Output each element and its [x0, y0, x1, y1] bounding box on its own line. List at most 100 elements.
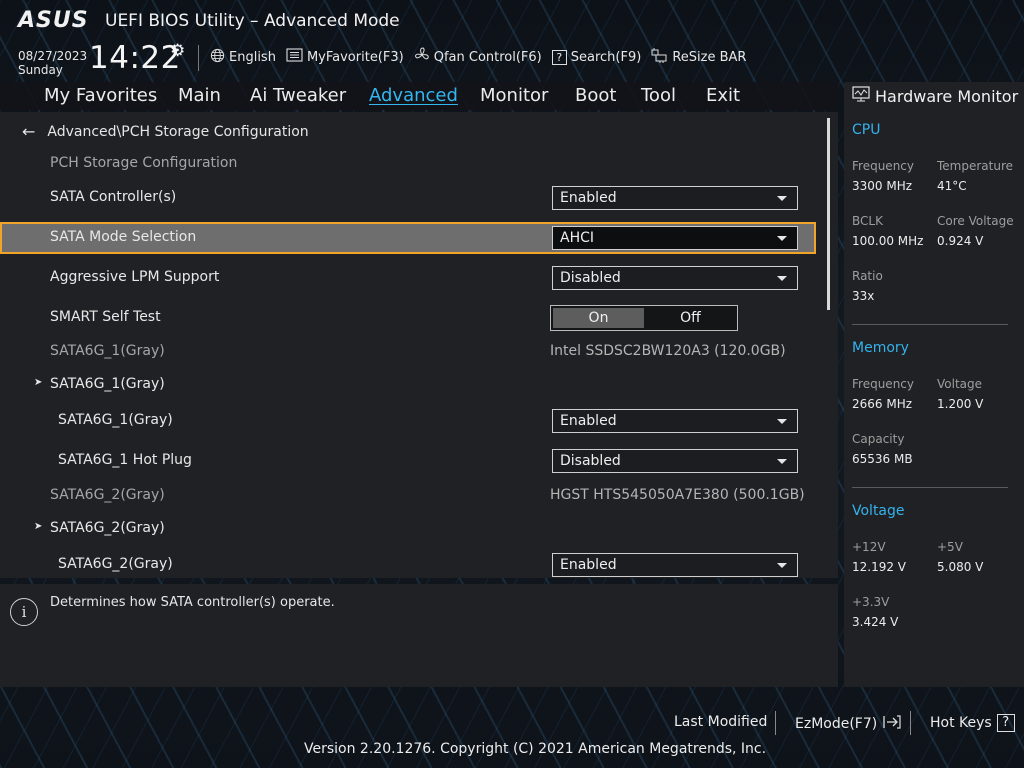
info-row-sata6g-1: SATA6G_1(Gray) Intel SSDSC2BW120A3 (120.… [0, 336, 816, 368]
myfavorite-label: MyFavorite(F3) [306, 49, 404, 65]
main-menu: My Favorites Main Ai Tweaker Advanced Mo… [0, 82, 838, 110]
v12-label: +12V [852, 540, 886, 554]
tab-tool[interactable]: Tool [641, 85, 676, 106]
dropdown-value: Disabled [560, 270, 621, 286]
sata-mode-dropdown[interactable]: AHCI [552, 226, 798, 250]
device-name-value: HGST HTS545050A7E380 (500.1GB) [550, 487, 805, 503]
setting-row-sata6g-1-hot-plug[interactable]: SATA6G_1 Hot Plug Disabled [0, 445, 816, 477]
dropdown-value: Enabled [560, 557, 617, 573]
setting-label: SATA Controller(s) [50, 189, 177, 205]
setting-label: PCH Storage Configuration [50, 155, 238, 171]
cpu-frequency-label: Frequency [852, 159, 914, 173]
sata6g-1-hot-plug-dropdown[interactable]: Disabled [552, 449, 798, 473]
tab-my-favorites[interactable]: My Favorites [44, 85, 157, 106]
submenu-label: SATA6G_2(Gray) [34, 520, 165, 536]
hardware-monitor-title: Hardware Monitor [852, 86, 1018, 106]
app-title: UEFI BIOS Utility – Advanced Mode [105, 11, 400, 31]
tab-ai-tweaker[interactable]: Ai Tweaker [250, 85, 346, 106]
setting-label: SATA6G_2(Gray) [50, 487, 165, 503]
bclk-label: BCLK [852, 214, 883, 228]
setting-label: SATA6G_2(Gray) [58, 556, 173, 572]
resize-bar-button[interactable]: ReSize BAR [651, 47, 746, 67]
toggle-on-option[interactable]: On [553, 308, 644, 328]
voltage-section-title: Voltage [852, 503, 905, 519]
copyright-text: Version 2.20.1276. Copyright (C) 2021 Am… [304, 741, 767, 757]
capacity-value: 65536 MB [852, 452, 913, 466]
help-text: Determines how SATA controller(s) operat… [50, 595, 335, 610]
sata6g-1-enable-dropdown[interactable]: Enabled [552, 409, 798, 433]
memory-voltage-label: Voltage [937, 377, 983, 391]
section-divider [852, 487, 1008, 488]
core-voltage-value: 0.924 V [937, 234, 984, 248]
myfavorite-button[interactable]: MyFavorite(F3) [286, 47, 404, 67]
setting-row-sata-controllers[interactable]: SATA Controller(s) Enabled [0, 182, 816, 214]
v12-value: 12.192 V [852, 560, 907, 574]
sata-controllers-dropdown[interactable]: Enabled [552, 186, 798, 210]
dropdown-value: AHCI [560, 230, 595, 246]
tab-main[interactable]: Main [178, 85, 221, 106]
v33-value: 3.424 V [852, 615, 899, 629]
hot-keys-button[interactable]: Hot Keys ? [930, 714, 1015, 732]
scrollbar[interactable] [827, 118, 830, 310]
v5-value: 5.080 V [937, 560, 984, 574]
language-button[interactable]: English [210, 47, 276, 67]
memory-frequency-value: 2666 MHz [852, 397, 913, 411]
asus-logo: ASUS [18, 8, 89, 33]
setting-label: SATA6G_1 Hot Plug [58, 452, 192, 468]
footer-divider [775, 711, 776, 735]
setting-row-smart-self-test[interactable]: SMART Self Test On Off [0, 305, 816, 337]
breadcrumb-path: Advanced\PCH Storage Configuration [47, 123, 309, 140]
setting-label: Aggressive LPM Support [50, 269, 220, 285]
section-header-row: PCH Storage Configuration [0, 148, 816, 180]
setting-row-sata6g-1-enable[interactable]: SATA6G_1(Gray) Enabled [0, 405, 816, 437]
aggressive-lpm-dropdown[interactable]: Disabled [552, 266, 798, 290]
submenu-row-sata6g-2[interactable]: SATA6G_2(Gray) [0, 513, 816, 545]
favorite-list-icon [286, 48, 303, 66]
qfan-control-button[interactable]: Qfan Control(F6) [414, 47, 542, 67]
setting-label: SATA6G_1(Gray) [58, 412, 173, 428]
ezmode-button[interactable]: EzMode(F7) [795, 714, 902, 734]
setting-row-aggressive-lpm[interactable]: Aggressive LPM Support Disabled [0, 262, 816, 294]
search-label: Search(F9) [570, 49, 642, 65]
dropdown-value: Disabled [560, 453, 621, 469]
tab-monitor[interactable]: Monitor [480, 85, 548, 106]
qfan-control-label: Qfan Control(F6) [433, 49, 542, 65]
core-voltage-label: Core Voltage [937, 214, 1014, 228]
setting-row-sata-mode-selection[interactable]: SATA Mode Selection AHCI [0, 222, 816, 254]
caret-down-icon [777, 459, 787, 464]
tab-advanced[interactable]: Advanced [369, 85, 458, 106]
device-name-value: Intel SSDSC2BW120A3 (120.0GB) [550, 343, 786, 359]
setting-label: SMART Self Test [50, 309, 161, 325]
gear-icon[interactable]: ⚙ [170, 41, 185, 61]
language-label: English [229, 49, 276, 65]
search-button[interactable]: ? Search(F9) [551, 47, 642, 67]
dropdown-value: Enabled [560, 413, 617, 429]
setting-label: SATA6G_1(Gray) [50, 343, 165, 359]
tab-exit[interactable]: Exit [706, 85, 740, 106]
exit-to-ezmode-icon [882, 714, 902, 734]
day-text: Sunday [18, 63, 63, 77]
sata6g-2-enable-dropdown[interactable]: Enabled [552, 553, 798, 577]
ratio-value: 33x [852, 289, 875, 303]
setting-row-sata6g-2-enable[interactable]: SATA6G_2(Gray) Enabled [0, 549, 816, 578]
smart-self-test-toggle[interactable]: On Off [550, 305, 738, 331]
caret-down-icon [777, 196, 787, 201]
settings-panel: ← Advanced\PCH Storage Configuration PCH… [0, 112, 838, 578]
fan-icon [414, 47, 430, 67]
date-block: 08/27/2023 Sunday [18, 49, 87, 77]
submenu-row-sata6g-1[interactable]: SATA6G_1(Gray) [0, 369, 816, 401]
globe-icon [210, 48, 225, 67]
last-modified-button[interactable]: Last Modified [674, 714, 767, 730]
caret-down-icon [777, 236, 787, 241]
bclk-value: 100.00 MHz [852, 234, 924, 248]
toolbar: English MyFavorite(F3) Qfan Control(F6) … [210, 47, 746, 67]
back-arrow-icon[interactable]: ← [22, 122, 35, 141]
cpu-section-title: CPU [852, 122, 881, 138]
help-question-icon: ? [996, 714, 1015, 732]
caret-down-icon [777, 563, 787, 568]
tab-boot[interactable]: Boot [575, 85, 616, 106]
info-row-sata6g-2: SATA6G_2(Gray) HGST HTS545050A7E380 (500… [0, 480, 816, 512]
memory-section-title: Memory [852, 340, 909, 356]
toggle-off-option[interactable]: Off [645, 308, 736, 328]
help-panel: i Determines how SATA controller(s) oper… [0, 584, 838, 687]
